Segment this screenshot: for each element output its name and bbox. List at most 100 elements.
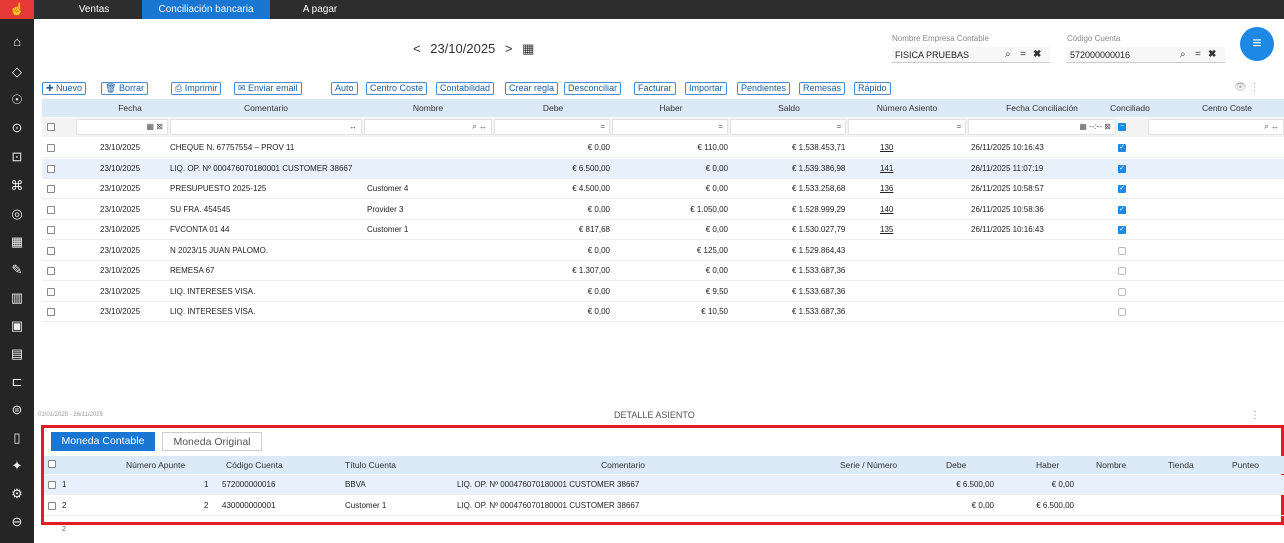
conciliado-checkbox[interactable] bbox=[1118, 267, 1126, 275]
truck-icon[interactable]: ⊡ bbox=[0, 146, 34, 168]
conciliado-checkbox[interactable] bbox=[1118, 246, 1126, 255]
search-icon[interactable]: ⌕ bbox=[1005, 47, 1011, 63]
detail-row-checkbox[interactable] bbox=[48, 502, 56, 510]
row-checkbox[interactable] bbox=[47, 185, 55, 193]
enviar-email-button[interactable]: ✉ Enviar email bbox=[234, 82, 302, 95]
col-debe[interactable]: Debe bbox=[494, 99, 612, 117]
clear-icon[interactable]: ✖ bbox=[1208, 47, 1216, 63]
prev-date-button[interactable]: < bbox=[413, 41, 421, 56]
row-checkbox[interactable] bbox=[47, 164, 55, 173]
company-field[interactable]: FISICA PRUEBAS ⌕ = ✖ bbox=[892, 47, 1050, 63]
row-checkbox[interactable] bbox=[47, 287, 55, 296]
tab-a-pagar[interactable]: A pagar bbox=[290, 0, 350, 19]
importar-button[interactable]: Importar bbox=[685, 82, 727, 95]
dcol-serie-numero[interactable]: Serie / Número bbox=[840, 456, 897, 474]
col-conciliado[interactable]: Conciliado bbox=[1090, 99, 1170, 117]
equals-icon[interactable]: = bbox=[1195, 47, 1201, 63]
tab-ventas[interactable]: Ventas bbox=[62, 0, 126, 19]
magic-icon[interactable]: ✦ bbox=[0, 455, 34, 477]
imprimir-button[interactable]: ⎙ Imprimir bbox=[171, 82, 222, 95]
conciliado-checkbox[interactable] bbox=[1118, 308, 1126, 316]
table-row[interactable]: 23/10/2025 N 2023/15 JUAN PALOMO. € 0,00 € … bbox=[42, 241, 1284, 261]
app-logo-icon[interactable]: ☝ bbox=[0, 0, 34, 19]
clear-icon[interactable]: ✖ bbox=[1033, 47, 1041, 63]
remesas-button[interactable]: Remesas bbox=[799, 82, 846, 95]
cell-asiento-link[interactable]: 140 bbox=[880, 200, 893, 220]
dcol-comentario[interactable]: Comentario bbox=[601, 456, 645, 474]
edit-icon[interactable]: ✎ bbox=[0, 259, 34, 281]
search-icon[interactable]: ⌕ bbox=[1180, 47, 1186, 63]
org-icon[interactable]: ⌘ bbox=[0, 175, 34, 197]
home-icon[interactable]: ⌂ bbox=[0, 31, 34, 53]
calendar-icon[interactable]: ▦ bbox=[522, 41, 534, 56]
conciliado-checkbox[interactable]: ✓ bbox=[1118, 144, 1126, 152]
detail-row[interactable]: 1 1 572000000016 BBVA LIQ. OP. Nº 0004760701… bbox=[44, 475, 1284, 495]
nombre-filter[interactable]: ⌕ ↔ bbox=[364, 119, 492, 135]
dcol-numero-apunte[interactable]: Número Apunte bbox=[126, 456, 185, 474]
fecha-filter[interactable]: ▦ ⊠ bbox=[76, 119, 168, 135]
document-icon[interactable]: ▯ bbox=[0, 427, 34, 449]
conciliado-checkbox[interactable]: ✓ bbox=[1118, 185, 1126, 193]
row-checkbox[interactable] bbox=[47, 226, 55, 234]
select-all-checkbox[interactable] bbox=[47, 123, 55, 131]
row-checkbox[interactable] bbox=[47, 205, 55, 214]
tab-moneda-contable[interactable]: Moneda Contable bbox=[51, 432, 155, 451]
table-row[interactable]: 23/10/2025 SU FRA. 454545 Provider 3 € 0,00… bbox=[42, 200, 1284, 220]
row-checkbox[interactable] bbox=[47, 267, 55, 275]
pendientes-button[interactable]: Pendientes bbox=[737, 82, 791, 95]
dcol-titulo-cuenta[interactable]: Título Cuenta bbox=[345, 456, 396, 474]
asiento-filter[interactable]: = bbox=[848, 119, 966, 135]
table-row[interactable]: 23/10/2025 FVCONTA 01 44 Customer 1 € 817,6… bbox=[42, 220, 1284, 240]
saldo-filter[interactable]: = bbox=[730, 119, 846, 135]
cell-asiento-link[interactable]: 136 bbox=[880, 179, 893, 199]
cell-asiento-link[interactable]: 130 bbox=[880, 138, 893, 158]
id-card-icon[interactable]: ▣ bbox=[0, 315, 34, 337]
account-field[interactable]: 572000000016 ⌕ = ✖ bbox=[1067, 47, 1225, 63]
auto-button[interactable]: Auto bbox=[331, 82, 358, 95]
dcol-haber[interactable]: Haber bbox=[1036, 456, 1059, 474]
borrar-button[interactable]: 🗑 Borrar bbox=[101, 82, 148, 95]
users-icon[interactable]: ☉ bbox=[0, 89, 34, 111]
chart-icon[interactable]: ▥ bbox=[0, 287, 34, 309]
cell-asiento-link[interactable]: 135 bbox=[880, 220, 893, 240]
comentario-filter[interactable]: ↔ bbox=[170, 119, 362, 135]
bank-icon[interactable]: ⊜ bbox=[0, 399, 34, 421]
tab-conciliacion-bancaria[interactable]: Conciliación bancaria bbox=[142, 0, 270, 19]
dcol-tienda[interactable]: Tienda bbox=[1168, 456, 1194, 474]
visibility-icon[interactable]: 👁 ⋮ bbox=[1234, 82, 1259, 93]
row-checkbox[interactable] bbox=[47, 144, 55, 152]
desconciliar-button[interactable]: Desconciliar bbox=[564, 82, 622, 95]
centro-coste-button[interactable]: Centro Coste bbox=[366, 82, 428, 95]
menu-fab-button[interactable]: ≡ bbox=[1240, 27, 1274, 61]
next-date-button[interactable]: > bbox=[505, 41, 513, 56]
dcol-debe[interactable]: Debe bbox=[946, 456, 966, 474]
table-row[interactable]: 23/10/2025 LIQ. OP. Nº 000476070180001 CU… bbox=[42, 158, 1284, 179]
contabilidad-button[interactable]: Contabilidad bbox=[436, 82, 495, 95]
more-options-icon[interactable]: ⋮ bbox=[1250, 410, 1260, 421]
dcol-nombre[interactable]: Nombre bbox=[1096, 456, 1126, 474]
calculator-icon[interactable]: ▦ bbox=[0, 231, 34, 253]
col-numero-asiento[interactable]: Número Asiento bbox=[848, 99, 966, 117]
tab-moneda-original[interactable]: Moneda Original bbox=[162, 432, 262, 451]
coins-icon[interactable]: ◎ bbox=[0, 203, 34, 225]
dcol-codigo-cuenta[interactable]: Código Cuenta bbox=[226, 456, 283, 474]
centro-coste-filter[interactable]: ⌕ ↔ bbox=[1148, 119, 1284, 135]
table-row[interactable]: 23/10/2025 PRESUPUESTO 2025-125 Customer 4… bbox=[42, 179, 1284, 199]
debe-filter[interactable]: = bbox=[494, 119, 610, 135]
col-centro-coste[interactable]: Centro Coste bbox=[1174, 99, 1280, 117]
detail-select-all-checkbox[interactable] bbox=[48, 460, 56, 468]
col-comentario[interactable]: Comentario bbox=[170, 99, 362, 117]
col-nombre[interactable]: Nombre bbox=[362, 99, 494, 117]
table-row[interactable]: 23/10/2025 LIQ. INTERESES VISA. € 0,00 € 10… bbox=[42, 302, 1284, 322]
dcol-punteo[interactable]: Punteo bbox=[1232, 456, 1259, 474]
table-row[interactable]: 23/10/2025 CHEQUE N. 67757554 – PROV 11 € … bbox=[42, 138, 1284, 158]
crear-regla-button[interactable]: Crear regla bbox=[505, 82, 559, 95]
facturar-button[interactable]: Facturar bbox=[634, 82, 676, 95]
equals-icon[interactable]: = bbox=[1020, 47, 1026, 63]
conciliado-checkbox[interactable] bbox=[1118, 287, 1126, 296]
row-checkbox[interactable] bbox=[47, 246, 55, 255]
conciliado-filter-checkbox[interactable]: − bbox=[1118, 123, 1126, 131]
cell-asiento-link[interactable]: 141 bbox=[880, 159, 893, 179]
euro-icon[interactable]: ⊙ bbox=[0, 117, 34, 139]
detail-row[interactable]: 2 2 430000000001 Customer 1 LIQ. OP. Nº 0004… bbox=[44, 496, 1284, 516]
